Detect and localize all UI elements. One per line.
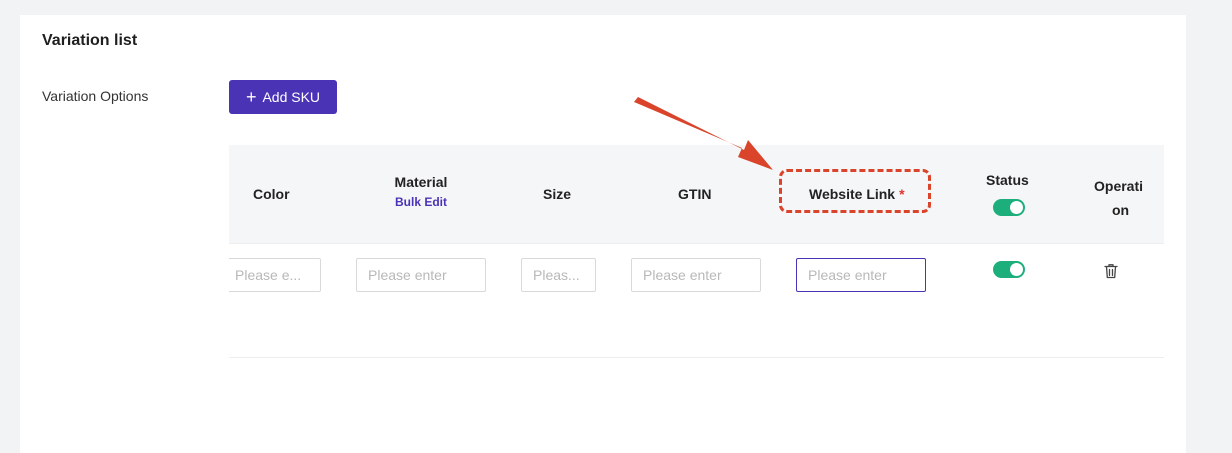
table-bottom-divider	[229, 357, 1164, 358]
required-asterisk: *	[899, 186, 905, 202]
size-input[interactable]	[521, 258, 596, 292]
variation-options-label: Variation Options	[42, 88, 149, 104]
color-input[interactable]	[229, 258, 321, 292]
row-divider	[229, 243, 1164, 244]
plus-icon: +	[245, 87, 257, 107]
column-header-material-label: Material	[394, 174, 448, 190]
operation-line-1: Operati	[1094, 178, 1144, 194]
status-row-toggle[interactable]	[993, 261, 1025, 278]
gtin-input[interactable]	[631, 258, 761, 292]
website-link-input[interactable]	[796, 258, 926, 292]
column-header-material: Material Bulk Edit	[381, 174, 461, 209]
column-header-gtin: GTIN	[678, 186, 712, 202]
section-title: Variation list	[42, 32, 138, 49]
bulk-edit-link[interactable]: Bulk Edit	[381, 195, 461, 209]
column-header-website-link-label: Website Link	[809, 186, 896, 202]
toggle-knob	[1010, 201, 1023, 214]
add-sku-label: Add SKU	[262, 89, 321, 105]
column-header-operation: Operati on	[1094, 174, 1146, 222]
status-header-toggle[interactable]	[993, 199, 1025, 216]
column-header-size: Size	[543, 186, 572, 202]
column-header-status: Status	[986, 172, 1029, 188]
material-input[interactable]	[356, 258, 486, 292]
operation-line-2: on	[1112, 202, 1130, 218]
column-header-color: Color	[253, 186, 290, 202]
column-header-website-link: Website Link *	[809, 186, 905, 202]
trash-icon[interactable]	[1102, 262, 1120, 280]
add-sku-button[interactable]: + Add SKU	[229, 80, 337, 114]
toggle-knob	[1010, 263, 1023, 276]
